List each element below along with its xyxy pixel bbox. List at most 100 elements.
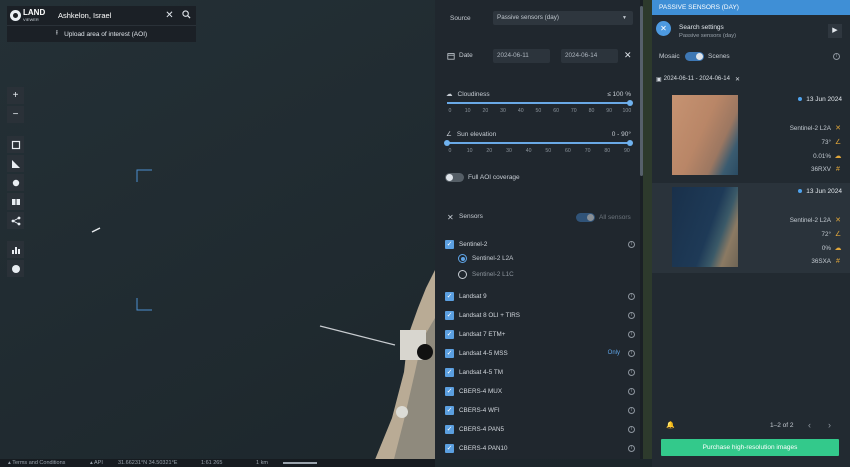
purchase-images-button[interactable]: Purchase high-resolution images [661,439,839,456]
checkbox-checked-icon[interactable]: ✓ [445,310,454,320]
radio-unselected-icon [458,270,467,279]
info-icon[interactable]: i [833,53,840,60]
sun-elevation-min-handle[interactable] [444,140,450,146]
app-logo[interactable]: LAND VIEWER [10,8,48,23]
scale-bar [283,462,317,464]
sensor-row[interactable]: ✓ CBERS-4 WFI i [445,403,635,417]
sensor-row-sentinel-2[interactable]: ✓ Sentinel-2 i [445,237,635,251]
checkbox-checked-icon[interactable]: ✓ [445,348,454,358]
mosaic-scenes-toggle[interactable] [685,52,704,61]
next-page-icon[interactable]: › [828,420,831,430]
scene-card[interactable]: 13 Jun 2024 Sentinel-2 L2A ✕ 72° ∠ 0% ☁ 36SXA # [652,183,850,273]
close-search-button[interactable]: ✕ [656,21,671,36]
scrollbar-thumb[interactable] [640,6,643,176]
purchase-label: Purchase high-resolution images [702,444,798,451]
status-bar: ▴ Terms and Conditions ▴ API 31.66231°N … [0,459,435,467]
sensor-row[interactable]: ✓ Landsat 9 i [445,289,635,303]
cloudiness-slider-handle[interactable] [627,100,633,106]
zoom-in-button[interactable]: + [7,87,24,104]
scene-thumbnail[interactable] [672,187,738,267]
scene-cloud-value: 0.01% [813,152,831,160]
all-sensors-toggle[interactable] [576,213,595,222]
date-to-input[interactable]: 2024-06-14 [561,49,618,63]
only-button[interactable]: Only [608,350,620,356]
tick-label: 50 [545,148,552,154]
terms-link[interactable]: ▴ Terms and Conditions [8,459,65,467]
date-to-value: 2024-06-14 [565,52,598,59]
sensor-row[interactable]: ✓ CBERS-4 PAN5 i [445,422,635,436]
checkbox-checked-icon[interactable]: ✓ [445,443,454,453]
zoom-out-button[interactable]: − [7,106,24,123]
info-icon[interactable]: i [628,240,635,248]
remove-chip-icon[interactable]: ✕ [735,76,740,83]
sensor-row[interactable]: ✓ CBERS-4 PAN10 i [445,441,635,455]
info-icon[interactable]: i [628,292,635,300]
scene-sun: 72° ∠ [821,230,842,239]
checkbox-checked-icon[interactable]: ✓ [445,405,454,415]
sun-elevation-max-handle[interactable] [627,140,633,146]
cloudiness-slider[interactable] [447,100,633,106]
sensor-name: Landsat 4-5 MSS [459,349,508,357]
sensor-row[interactable]: ✓ Landsat 8 OLI + TIRS i [445,308,635,322]
radio-sentinel-2-l2a[interactable]: Sentinel-2 L2A [458,254,513,263]
statistics-button[interactable] [7,241,24,258]
upload-aoi-button[interactable]: ⭱ Upload area of interest (AOI) [7,25,196,42]
close-icon: ✕ [660,24,667,33]
scene-card[interactable]: 13 Jun 2024 Sentinel-2 L2A ✕ 73° ∠ 0.01% ☁ 36RX… [652,91,850,181]
checkbox-checked-icon[interactable]: ✓ [445,424,454,434]
scene-thumbnail[interactable] [672,95,738,175]
sensor-row[interactable]: ✓ CBERS-4 MUX i [445,384,635,398]
sensor-row[interactable]: ✓ Landsat 4-5 TM i [445,365,635,379]
info-icon[interactable]: i [628,330,635,338]
clear-icon[interactable]: ✕ [164,10,175,21]
share-button[interactable] [7,212,24,229]
prev-page-icon[interactable]: ‹ [808,420,811,430]
checkbox-checked-icon[interactable]: ✓ [445,367,454,377]
info-icon[interactable]: i [628,368,635,376]
info-icon[interactable]: i [628,311,635,319]
draw-area-button[interactable] [7,136,24,153]
clear-date-icon[interactable]: ✕ [624,50,632,61]
notification-bell-icon[interactable]: 🔔 [666,421,675,429]
scene-tile-value: 36RXV [811,166,831,173]
full-aoi-toggle[interactable] [445,173,464,182]
sensor-name: Landsat 4-5 TM [459,368,503,376]
sensor-row[interactable]: ✓ Landsat 4-5 MSS Only i [445,346,635,360]
toggle-knob [446,174,453,181]
share-icon [11,216,20,225]
sensor-name: CBERS-4 PAN10 [459,444,508,452]
filter-panel-scrollbar[interactable] [640,0,643,459]
date-filter-chip[interactable]: ▣ 2024-06-11 - 2024-06-14 ✕ [656,74,740,84]
tick-label: 40 [525,148,532,154]
play-button[interactable]: ▶ [828,24,842,38]
measure-button[interactable] [7,155,24,172]
info-icon[interactable]: i [628,387,635,395]
source-select[interactable]: Passive sensors (day) ▼ [493,11,633,25]
scene-cloud: 0.01% ☁ [813,152,842,161]
info-icon[interactable]: i [628,406,635,414]
layers-button[interactable] [7,193,24,210]
checkbox-checked-icon[interactable]: ✓ [445,239,454,249]
scene-tile: 36SXA # [811,258,842,265]
api-link[interactable]: ▴ API [90,459,103,467]
date-chip-label: 2024-06-11 - 2024-06-14 [663,76,730,82]
checkbox-checked-icon[interactable]: ✓ [445,291,454,301]
search-icon[interactable] [181,10,192,21]
toggle-knob [587,214,594,221]
info-icon[interactable]: i [628,425,635,433]
date-label: Date [459,52,473,59]
cloudiness-label: Cloudiness [457,90,490,98]
tick-label: 10 [464,108,471,114]
sensor-row[interactable]: ✓ Landsat 7 ETM+ i [445,327,635,341]
info-icon[interactable]: i [628,444,635,452]
checkbox-checked-icon[interactable]: ✓ [445,386,454,396]
sun-elevation-slider[interactable] [444,140,633,146]
location-search-input[interactable] [58,11,158,20]
date-from-input[interactable]: 2024-06-11 [493,49,550,63]
checkbox-checked-icon[interactable]: ✓ [445,329,454,339]
location-button[interactable] [7,174,24,191]
timelapse-button[interactable] [7,260,24,277]
radio-sentinel-2-l1c[interactable]: Sentinel-2 L1C [458,270,514,279]
sun-angle-icon: ∠ [834,231,842,238]
info-icon[interactable]: i [628,349,635,357]
